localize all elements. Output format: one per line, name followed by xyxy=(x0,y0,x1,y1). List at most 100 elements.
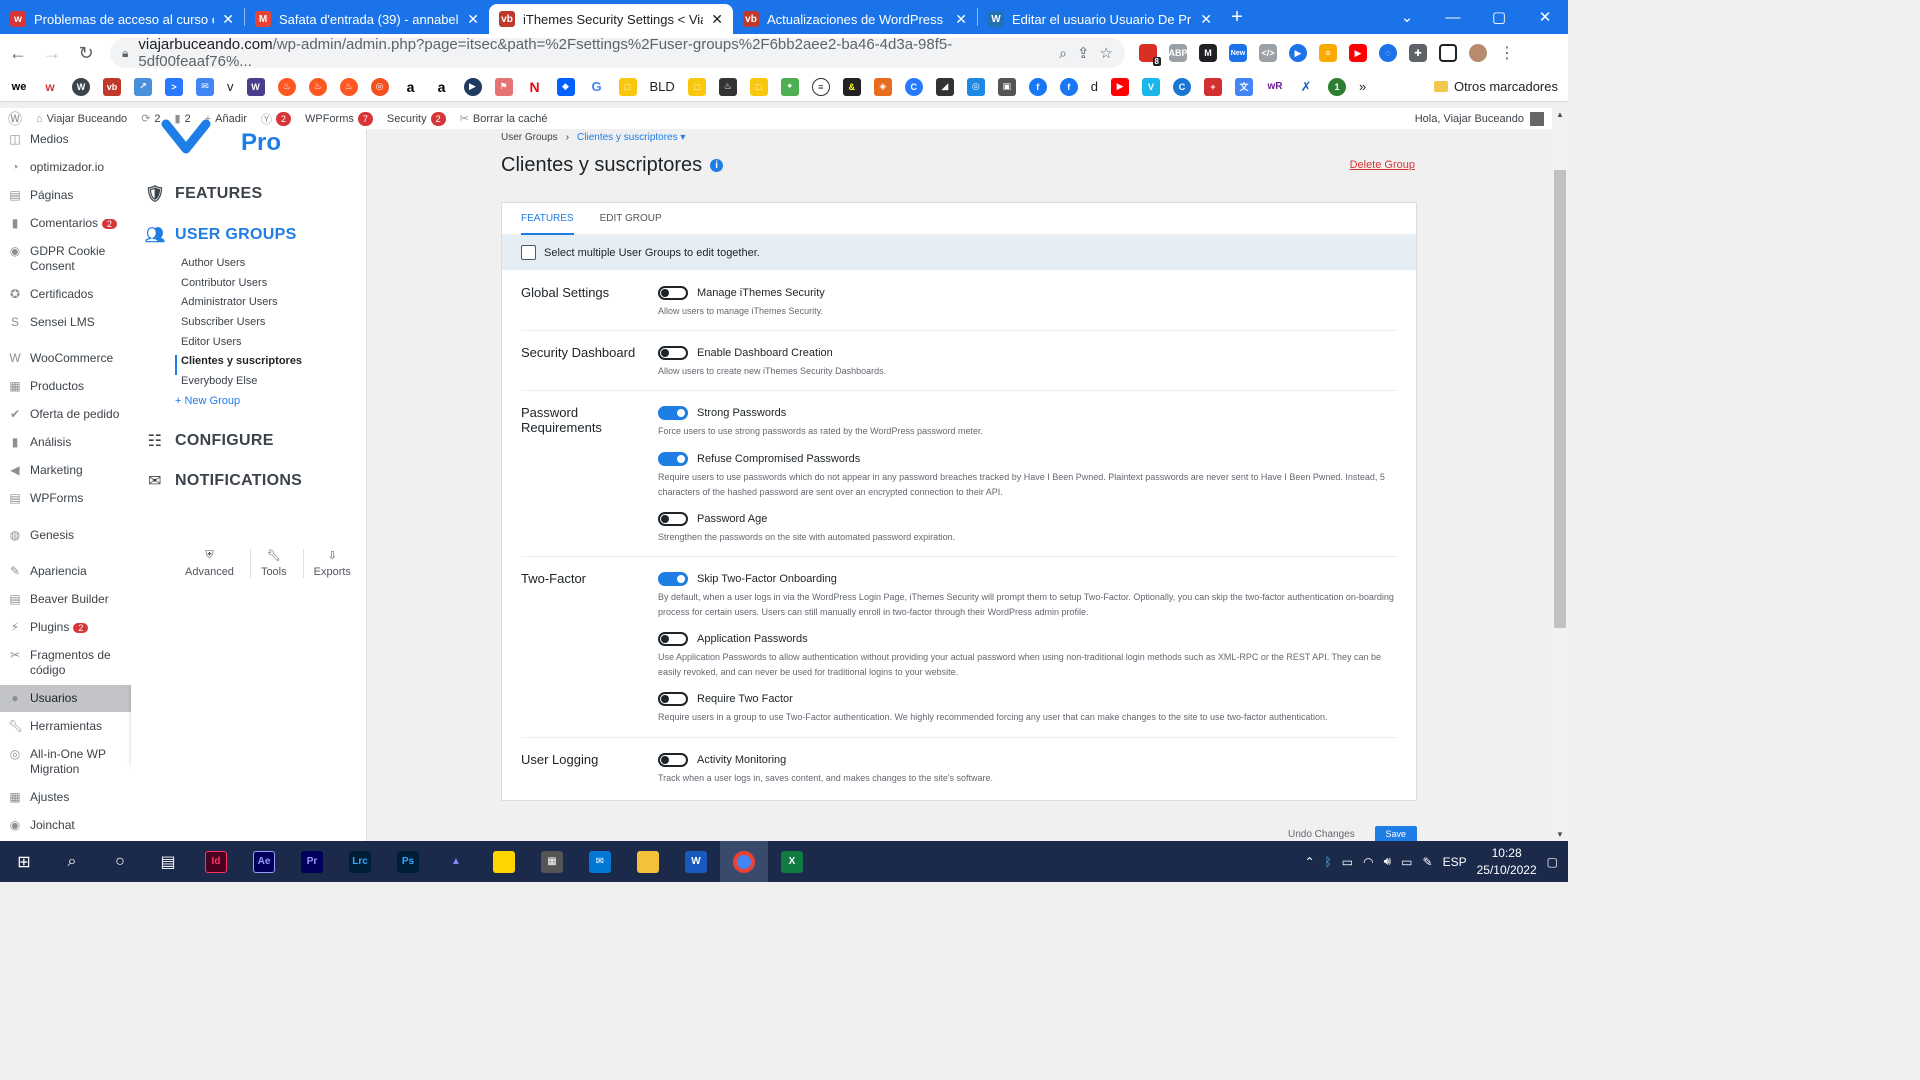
wpmenu-item[interactable]: ▤ WPForms xyxy=(0,491,131,506)
wpmenu-item[interactable]: ✂ Fragmentos de código xyxy=(0,648,131,678)
wpmenu-item[interactable]: ▮ Comentarios 2 xyxy=(0,216,131,231)
bookmark-d-label[interactable]: d xyxy=(1091,79,1098,94)
tab-edit-group[interactable]: EDIT GROUP xyxy=(600,203,662,235)
clock[interactable]: 10:28 25/10/2022 xyxy=(1477,845,1537,879)
share-icon[interactable]: ⇪ xyxy=(1077,44,1090,62)
info-icon[interactable]: i xyxy=(710,159,724,172)
bookmark-yellow2-icon[interactable]: □ xyxy=(687,77,706,96)
wpmenu-item[interactable]: ▦ Productos xyxy=(0,379,131,394)
wpmenu-item[interactable]: ◎ All-in-One WP Migration xyxy=(0,747,131,777)
wpmenu-item[interactable]: ✔ Oferta de pedido xyxy=(0,407,131,422)
save-button[interactable]: Save xyxy=(1374,826,1417,842)
notes-extension-icon[interactable]: ≡ xyxy=(1319,44,1337,62)
maximize-icon[interactable]: ▢ xyxy=(1476,0,1522,34)
nav-notifications[interactable]: ✉ NOTIFICATIONS xyxy=(145,471,302,491)
sidepanel-icon[interactable] xyxy=(1439,44,1457,62)
user-group-item[interactable]: Editor Users xyxy=(175,336,302,356)
battery-icon[interactable]: ▭ xyxy=(1401,855,1412,869)
bookmark-youtube-icon[interactable]: ▶ xyxy=(1111,77,1130,96)
wpmenu-item[interactable]: ✎ Apariencia xyxy=(0,564,131,579)
wpmenu-item[interactable]: W WooCommerce xyxy=(0,351,131,366)
wpmenu-item[interactable]: ▦ Ajustes xyxy=(0,790,131,805)
calculator-icon[interactable]: ▦ xyxy=(528,841,576,882)
setting-toggle[interactable] xyxy=(658,286,688,300)
tab-close-icon[interactable]: ✕ xyxy=(1200,11,1212,28)
setting-toggle[interactable] xyxy=(658,452,688,466)
tab-close-icon[interactable]: ✕ xyxy=(711,11,723,28)
sticky-notes-icon[interactable] xyxy=(480,841,528,882)
wpmenu-item[interactable]: ▤ Beaver Builder xyxy=(0,592,131,607)
bluetooth-icon[interactable]: ᛒ xyxy=(1325,855,1332,869)
bookmark-circle-icon[interactable]: ≡ xyxy=(811,77,830,96)
setting-toggle[interactable] xyxy=(658,632,688,646)
premiere-icon[interactable]: Pr xyxy=(288,841,336,882)
wpmenu-item[interactable]: 🔧︎ Herramientas xyxy=(0,719,131,734)
indesign-icon[interactable]: Id xyxy=(192,841,240,882)
wpmenu-item[interactable]: ▮ Análisis xyxy=(0,435,131,450)
setting-toggle[interactable] xyxy=(658,753,688,767)
adblock-icon[interactable]: ABP xyxy=(1169,44,1188,62)
chrome-icon[interactable] xyxy=(720,841,768,882)
nav-configure[interactable]: ☷ CONFIGURE xyxy=(145,431,274,451)
pen-icon[interactable]: ✎ xyxy=(1423,855,1433,869)
bookmark-blue-icon[interactable]: ◎ xyxy=(966,77,985,96)
wpmenu-item[interactable]: ● Usuarios xyxy=(0,685,131,712)
close-window-icon[interactable]: ✕ xyxy=(1522,0,1568,34)
url-input[interactable]: 🔒︎ viajarbuceando.com/wp-admin/admin.php… xyxy=(110,36,1125,70)
bookmark-v-label[interactable]: v xyxy=(227,79,234,94)
bookmark-amazon2-icon[interactable]: a xyxy=(432,77,451,96)
browser-tab[interactable]: w Problemas de acceso al curso en ✕ xyxy=(0,4,244,34)
bookmark-netflix-icon[interactable]: N xyxy=(525,77,544,96)
new-extension-icon[interactable]: New xyxy=(1229,44,1247,62)
bookmark-wr-icon[interactable]: wR xyxy=(1266,77,1285,96)
bookmark-bld-label[interactable]: BLD xyxy=(650,79,675,94)
file-explorer-icon[interactable] xyxy=(624,841,672,882)
bookmark-fire-dark-icon[interactable]: ♨ xyxy=(718,77,737,96)
adminbar-yoast[interactable]: Ⓨ 2 xyxy=(261,111,291,127)
scrollbar-thumb[interactable] xyxy=(1554,170,1566,628)
profile-avatar[interactable] xyxy=(1469,44,1487,62)
bookmark-yellow-icon[interactable]: □ xyxy=(618,77,637,96)
photoshop-icon[interactable]: Ps xyxy=(384,841,432,882)
browser-tab[interactable]: vb iThemes Security Settings < Viaja ✕ xyxy=(489,4,733,34)
cortana-icon[interactable]: ○ xyxy=(96,841,144,882)
youtube-extension-icon[interactable]: ▶ xyxy=(1349,44,1367,62)
bookmark-forward-icon[interactable]: > xyxy=(165,77,183,96)
tab-close-icon[interactable]: ✕ xyxy=(955,11,967,28)
wpmenu-item[interactable]: S Sensei LMS xyxy=(0,315,131,330)
notifications-icon[interactable]: ▢ xyxy=(1547,855,1558,869)
tools-tool[interactable]: 🔧︎ Tools xyxy=(249,549,291,578)
bookmark-dark-icon[interactable]: ◢ xyxy=(935,77,954,96)
wifi-icon[interactable]: ◠ xyxy=(1363,855,1373,869)
scroll-up-icon[interactable]: ▲ xyxy=(1556,110,1564,119)
wp-logo-icon[interactable]: Ⓦ xyxy=(8,109,22,129)
menu-dots-icon[interactable]: ⋮ xyxy=(1499,43,1515,63)
user-group-item[interactable]: Contributor Users xyxy=(175,277,302,297)
bookmark-w-icon[interactable]: w xyxy=(41,77,59,96)
bookmark-image-icon[interactable]: ▣ xyxy=(997,77,1016,96)
meet-icon[interactable]: ▭ xyxy=(1342,855,1353,869)
puzzle-icon[interactable]: ✚ xyxy=(1409,44,1427,62)
wpmenu-item[interactable]: ◍ Genesis xyxy=(0,528,131,543)
bookmark-translate-icon[interactable]: 文 xyxy=(1235,77,1254,96)
tab-close-icon[interactable]: ✕ xyxy=(222,11,234,28)
nav-user-groups[interactable]: 👥︎ USER GROUPS xyxy=(145,225,297,245)
word-icon[interactable]: W xyxy=(672,841,720,882)
bookmark-fire-icon[interactable]: ♨ xyxy=(277,77,296,96)
bookmark-ubuntu-icon[interactable]: ◎ xyxy=(370,77,389,96)
bookmark-one-icon[interactable]: 1 xyxy=(1328,77,1347,96)
page-scrollbar[interactable]: ▲ ▼ xyxy=(1552,108,1568,841)
volume-icon[interactable]: 🔊︎ xyxy=(1384,854,1392,869)
browser-tab[interactable]: vb Actualizaciones de WordPress < V ✕ xyxy=(733,4,977,34)
bookmark-fire2-icon[interactable]: ♨ xyxy=(308,77,327,96)
user-group-item[interactable]: Subscriber Users xyxy=(175,316,302,336)
forward-icon[interactable]: → xyxy=(42,43,62,64)
bookmark-yellow3-icon[interactable]: □ xyxy=(749,77,768,96)
bookmark-wp-purple-icon[interactable]: W xyxy=(246,77,265,96)
reload-icon[interactable]: ↻ xyxy=(76,43,96,64)
bookmark-google-icon[interactable]: G xyxy=(587,77,606,96)
bookmark-play-icon[interactable]: ▶ xyxy=(463,77,482,96)
browser-tab[interactable]: M Safata d'entrada (39) - annabelal ✕ xyxy=(245,4,489,34)
code-extension-icon[interactable]: </> xyxy=(1259,44,1277,62)
user-group-item[interactable]: Clientes y suscriptores xyxy=(175,355,302,376)
